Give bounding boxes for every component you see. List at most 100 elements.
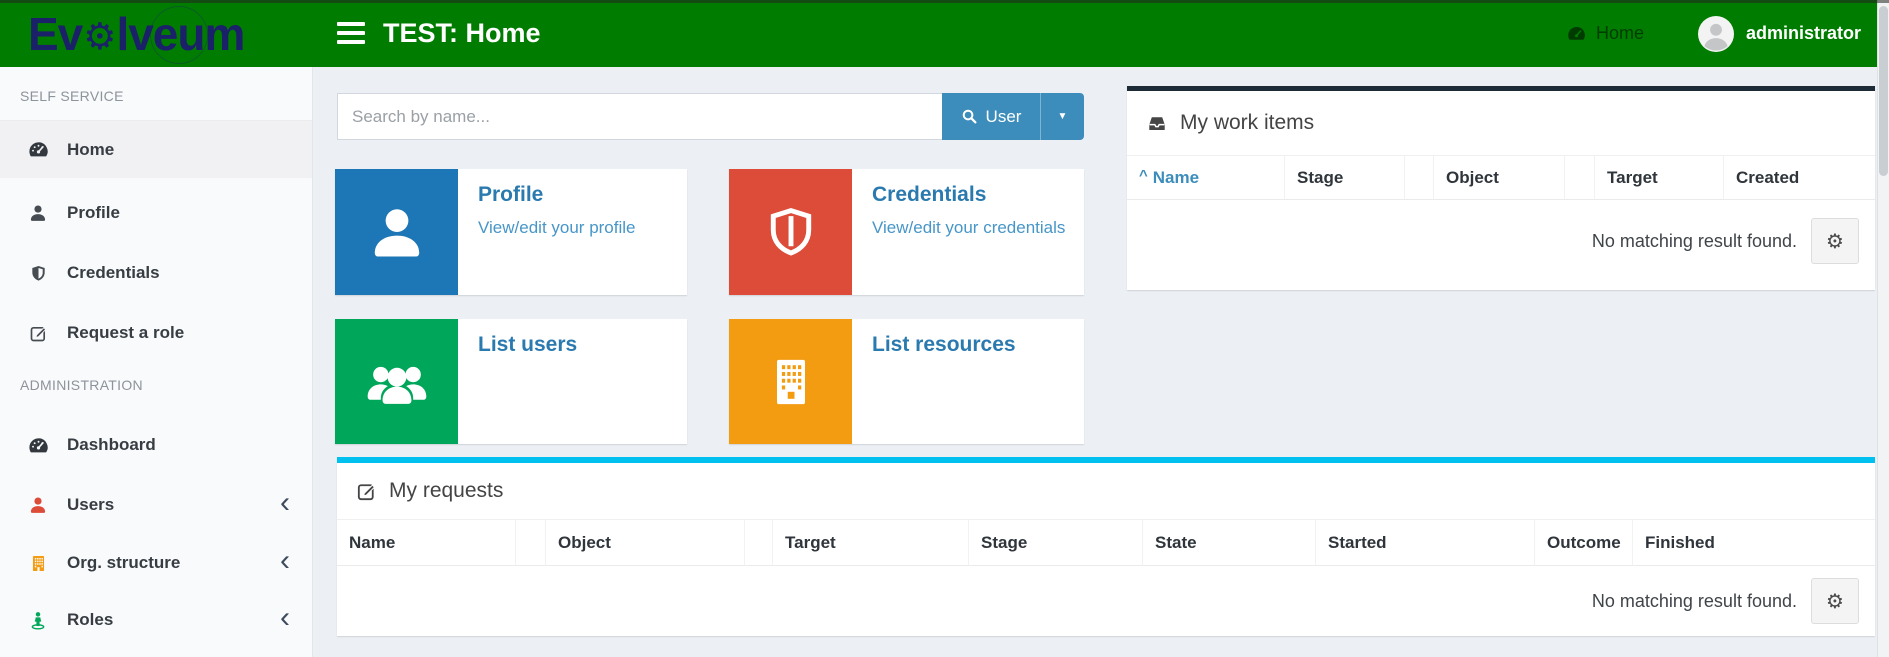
caret-down-icon: ▼ bbox=[1058, 111, 1068, 122]
page-title: TEST: Home bbox=[383, 0, 541, 67]
card-title-link[interactable]: List resources bbox=[872, 333, 1016, 357]
card-title-link[interactable]: Profile bbox=[478, 183, 636, 207]
card-subtitle: View/edit your profile bbox=[478, 215, 636, 241]
sidebar-item-label: Credentials bbox=[67, 263, 160, 283]
card-subtitle: View/edit your credentials bbox=[872, 215, 1065, 241]
search-icon bbox=[961, 108, 978, 125]
sidebar-item-users[interactable]: Users ‹ bbox=[0, 476, 312, 534]
card-list-users[interactable]: List users bbox=[335, 319, 687, 444]
sidebar-nav: SELF SERVICE Home Profile Credentials Re… bbox=[0, 67, 313, 657]
search-type-button-group: User ▼ bbox=[942, 93, 1084, 140]
dashboard-icon bbox=[1566, 23, 1587, 44]
column-header-spacer bbox=[745, 520, 773, 566]
sidebar-section-self-service: SELF SERVICE bbox=[20, 88, 124, 104]
pencil-square-icon bbox=[24, 323, 52, 344]
sidebar-item-label: Dashboard bbox=[67, 435, 156, 455]
column-header-stage[interactable]: Stage bbox=[1285, 156, 1405, 200]
chevron-left-icon: ‹ bbox=[280, 488, 290, 518]
table-settings-button[interactable]: ⚙ bbox=[1811, 218, 1859, 264]
column-header-outcome[interactable]: Outcome bbox=[1535, 520, 1633, 566]
evolveum-logo[interactable]: Ev⚙lveum bbox=[0, 0, 313, 67]
sidebar-item-roles[interactable]: Roles ‹ bbox=[0, 591, 312, 649]
user-icon bbox=[24, 203, 52, 223]
column-header-name[interactable]: Name bbox=[337, 520, 516, 566]
sidebar-item-org-structure[interactable]: Org. structure ‹ bbox=[0, 534, 312, 592]
sort-ascending-icon: ^ bbox=[1139, 167, 1148, 184]
sidebar-item-label: Request a role bbox=[67, 323, 184, 343]
column-header-spacer bbox=[1565, 156, 1595, 200]
sidebar-item-request-a-role[interactable]: Request a role bbox=[0, 304, 312, 362]
sidebar-item-label: Home bbox=[67, 140, 114, 160]
card-list-resources[interactable]: List resources bbox=[729, 319, 1084, 444]
chevron-left-icon: ‹ bbox=[280, 546, 290, 576]
work-items-table-header: ^ Name Stage Object Target Created bbox=[1127, 155, 1875, 200]
user-menu[interactable]: administrator bbox=[1698, 0, 1861, 67]
window-top-edge bbox=[0, 0, 1889, 3]
street-view-icon bbox=[24, 610, 52, 631]
logo-prefix: Ev bbox=[28, 7, 82, 61]
building-icon bbox=[729, 319, 852, 444]
inbox-icon bbox=[1145, 111, 1169, 135]
search-user-button[interactable]: User bbox=[942, 93, 1040, 140]
browser-scrollbar[interactable] bbox=[1877, 0, 1889, 657]
gear-icon: ⚙ bbox=[1826, 589, 1844, 614]
card-credentials[interactable]: Credentials View/edit your credentials bbox=[729, 169, 1084, 295]
sidebar-section-administration: ADMINISTRATION bbox=[20, 377, 143, 393]
scrollbar-thumb[interactable] bbox=[1879, 6, 1888, 176]
sidebar-item-dashboard[interactable]: Dashboard bbox=[0, 416, 312, 474]
table-settings-button[interactable]: ⚙ bbox=[1811, 578, 1859, 624]
sidebar-item-profile[interactable]: Profile bbox=[0, 184, 312, 242]
requests-table-header: Name Object Target Stage State Started O… bbox=[337, 519, 1875, 566]
pencil-square-icon bbox=[355, 480, 378, 503]
card-profile[interactable]: Profile View/edit your profile bbox=[335, 169, 687, 295]
requests-empty-row: No matching result found. ⚙ bbox=[337, 566, 1875, 636]
column-header-spacer bbox=[1405, 156, 1434, 200]
shield-icon bbox=[24, 263, 52, 284]
search-type-dropdown-toggle[interactable]: ▼ bbox=[1040, 93, 1084, 140]
my-work-items-header: My work items bbox=[1127, 91, 1875, 155]
column-header-created[interactable]: Created bbox=[1724, 156, 1875, 200]
column-header-started[interactable]: Started bbox=[1316, 520, 1535, 566]
sidebar-item-label: Users bbox=[67, 495, 114, 515]
column-header-object[interactable]: Object bbox=[1434, 156, 1565, 200]
user-icon bbox=[335, 169, 458, 295]
logo-suffix: lveum bbox=[116, 7, 244, 61]
column-header-target[interactable]: Target bbox=[1595, 156, 1724, 200]
work-items-empty-row: No matching result found. ⚙ bbox=[1127, 200, 1875, 290]
sidebar-item-label: Profile bbox=[67, 203, 120, 223]
column-header-spacer bbox=[516, 520, 546, 566]
evolveum-logo-text: Ev⚙lveum bbox=[28, 7, 244, 61]
column-header-stage[interactable]: Stage bbox=[969, 520, 1143, 566]
no-results-text: No matching result found. bbox=[1592, 218, 1797, 264]
card-title-link[interactable]: List users bbox=[478, 333, 577, 357]
chevron-left-icon: ‹ bbox=[280, 603, 290, 633]
column-header-state[interactable]: State bbox=[1143, 520, 1316, 566]
search-user-button-label: User bbox=[986, 107, 1022, 127]
top-header-bar: Ev⚙lveum TEST: Home Home administrator bbox=[0, 0, 1889, 67]
dashboard-icon bbox=[24, 434, 52, 457]
no-results-text: No matching result found. bbox=[1592, 578, 1797, 624]
users-group-icon bbox=[335, 319, 458, 444]
avatar bbox=[1698, 16, 1734, 52]
panel-title: My requests bbox=[389, 479, 503, 503]
column-header-finished[interactable]: Finished bbox=[1633, 520, 1875, 566]
gear-icon: ⚙ bbox=[1826, 229, 1844, 254]
column-header-target[interactable]: Target bbox=[773, 520, 969, 566]
username-label: administrator bbox=[1746, 23, 1861, 44]
building-icon bbox=[24, 553, 52, 574]
breadcrumb[interactable]: Home bbox=[1566, 0, 1644, 67]
my-requests-header: My requests bbox=[337, 463, 1875, 519]
card-title-link[interactable]: Credentials bbox=[872, 183, 1065, 207]
sidebar-toggle-hamburger-icon[interactable] bbox=[337, 22, 365, 44]
column-header-object[interactable]: Object bbox=[546, 520, 745, 566]
search-input[interactable] bbox=[337, 93, 942, 140]
column-header-name[interactable]: ^ Name bbox=[1127, 156, 1285, 200]
shield-icon bbox=[729, 169, 852, 295]
panel-title: My work items bbox=[1180, 111, 1314, 135]
dashboard-icon bbox=[24, 138, 52, 161]
sidebar-item-home[interactable]: Home bbox=[0, 121, 312, 178]
logo-gear-icon: ⚙ bbox=[83, 15, 115, 58]
sidebar-item-label: Roles bbox=[67, 610, 113, 630]
user-red-icon bbox=[24, 495, 52, 515]
sidebar-item-credentials[interactable]: Credentials bbox=[0, 244, 312, 302]
